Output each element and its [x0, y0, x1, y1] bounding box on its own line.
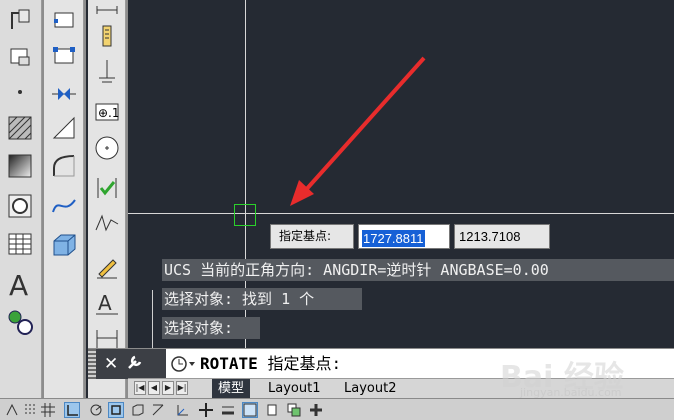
- 3d-box-icon[interactable]: [48, 228, 80, 260]
- lineweight-icon[interactable]: [220, 402, 236, 418]
- revcloud-icon[interactable]: [4, 40, 36, 72]
- dynamic-input-icon[interactable]: [198, 402, 214, 418]
- ortho-mode-icon[interactable]: [64, 402, 80, 418]
- wrench-icon[interactable]: [126, 353, 144, 375]
- quick-properties-icon[interactable]: [264, 402, 280, 418]
- dimension-toolbar: ⊕.1 A: [88, 0, 126, 398]
- toolbar-grip: [48, 270, 80, 302]
- command-history-line: 选择对象: 找到 1 个: [162, 288, 362, 310]
- selection-cycling-icon[interactable]: [286, 402, 302, 418]
- inspection-icon[interactable]: [91, 172, 123, 204]
- status-bar: [0, 398, 674, 420]
- command-input[interactable]: ROTATE 指定基点:: [200, 349, 341, 379]
- draw-toolbar-middle: [44, 0, 84, 398]
- snap-mode-icon[interactable]: [22, 402, 38, 418]
- command-history-line: 选择对象:: [162, 317, 260, 339]
- dim-edit-icon[interactable]: [91, 250, 123, 282]
- block-define-icon[interactable]: [48, 40, 80, 72]
- dim-ordinate-icon[interactable]: [91, 20, 123, 52]
- polar-tracking-icon[interactable]: [88, 402, 104, 418]
- last-tab-icon[interactable]: ▶|: [176, 381, 188, 395]
- toolbar-divider: [84, 0, 86, 398]
- dynamic-input-x-value: 1727.8811: [362, 230, 425, 247]
- multiline-text-icon[interactable]: A: [4, 268, 36, 300]
- hatch-icon[interactable]: [4, 112, 36, 144]
- gradient-icon[interactable]: [4, 150, 36, 182]
- drawing-canvas[interactable]: 指定基点: 1727.8811 1213.7108 UCS 当前的正角方向: A…: [128, 0, 674, 348]
- next-tab-icon[interactable]: ▶: [162, 381, 174, 395]
- tab-model[interactable]: 模型: [212, 379, 251, 398]
- 3d-object-snap-icon[interactable]: [130, 402, 146, 418]
- svg-text:A: A: [98, 291, 112, 315]
- first-tab-icon[interactable]: |◀: [134, 381, 146, 395]
- tolerance-icon[interactable]: ⊕.1: [91, 96, 123, 128]
- tab-layout1[interactable]: Layout1: [262, 379, 326, 398]
- add-selected-icon[interactable]: [4, 306, 36, 338]
- recent-commands-icon[interactable]: [170, 355, 196, 377]
- prev-tab-icon[interactable]: ◀: [148, 381, 160, 395]
- command-line-controls: ✕: [96, 349, 166, 379]
- point-icon[interactable]: [4, 76, 36, 108]
- object-snap-icon[interactable]: [108, 402, 124, 418]
- chamfer-icon[interactable]: [48, 112, 80, 144]
- command-history-line: UCS 当前的正角方向: ANGDIR=逆时针 ANGBASE=0.00: [162, 259, 674, 281]
- allow-dynamic-ucs-icon[interactable]: [174, 402, 190, 418]
- region-icon[interactable]: [4, 190, 36, 222]
- dim-baseline-icon[interactable]: [91, 56, 123, 88]
- table-icon[interactable]: [4, 228, 36, 260]
- block-insert-icon[interactable]: [48, 4, 80, 36]
- spline-icon[interactable]: [48, 190, 80, 222]
- draw-toolbar-left: A: [0, 0, 42, 398]
- grid-display-icon[interactable]: [40, 402, 56, 418]
- svg-text:A: A: [9, 269, 28, 299]
- dynamic-input-x[interactable]: 1727.8811: [358, 224, 450, 249]
- break-icon[interactable]: [48, 78, 80, 110]
- command-name: ROTATE: [200, 354, 258, 373]
- svg-text:⊕.1: ⊕.1: [98, 106, 120, 120]
- history-bracket: [152, 290, 153, 348]
- transparency-icon[interactable]: [242, 402, 258, 418]
- infer-constraints-icon[interactable]: [4, 402, 20, 418]
- command-line-grip[interactable]: [88, 349, 96, 379]
- fillet-icon[interactable]: [48, 150, 80, 182]
- command-prompt: 指定基点:: [267, 354, 342, 373]
- polyline-icon[interactable]: [4, 4, 36, 36]
- close-icon[interactable]: ✕: [104, 354, 118, 374]
- dynamic-input-prompt: 指定基点:: [270, 224, 354, 249]
- tab-layout2[interactable]: Layout2: [338, 379, 402, 398]
- dynamic-input-y[interactable]: 1213.7108: [454, 224, 550, 249]
- annotation-monitor-icon[interactable]: [308, 402, 324, 418]
- center-mark-icon[interactable]: [91, 132, 123, 164]
- dim-text-edit-icon[interactable]: A: [91, 286, 123, 318]
- object-snap-tracking-icon[interactable]: [150, 402, 166, 418]
- jogged-linear-icon[interactable]: [91, 208, 123, 240]
